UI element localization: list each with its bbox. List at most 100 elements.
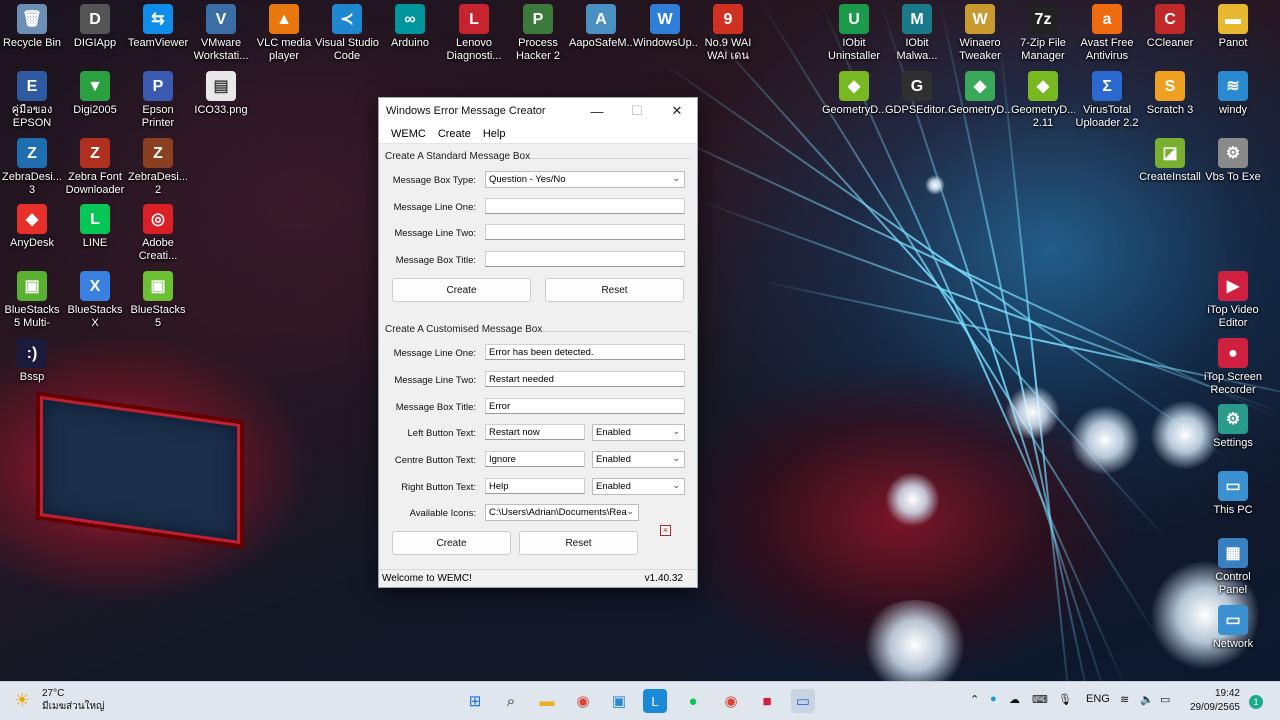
desktop-icon[interactable]: ▼ Digi2005 — [63, 71, 127, 117]
left-button-text-input[interactable]: Restart now — [485, 424, 585, 440]
desktop-icon[interactable]: Z ZebraDesi... 3 — [0, 138, 64, 197]
desktop-icon[interactable]: E คู่มือของ EPSON — [0, 71, 64, 130]
desktop-icon[interactable]: ▭ This PC — [1201, 471, 1265, 517]
desktop-icon[interactable]: ∞ Arduino — [378, 4, 442, 50]
centre-button-state-select[interactable]: Enabled ⌄ — [592, 451, 685, 468]
desktop-icon[interactable]: ◎ Adobe Creati... — [126, 204, 190, 263]
notification-badge[interactable]: 1 — [1249, 695, 1263, 709]
desktop-icon[interactable]: ⚙ Vbs To Exe — [1201, 138, 1265, 184]
desktop-icon[interactable]: S Scratch 3 — [1138, 71, 1202, 117]
onedrive-icon[interactable]: ☁ — [1009, 693, 1020, 706]
language-indicator[interactable]: ENG — [1086, 693, 1110, 705]
chevron-up-icon[interactable]: ⌃ — [970, 693, 979, 706]
line-taskbar-icon[interactable]: ● — [681, 689, 705, 713]
desktop-icon[interactable]: P Epson Printer Connection... — [126, 71, 190, 130]
snipping-tool-icon[interactable]: ▣ — [607, 689, 631, 713]
desktop-icon[interactable]: 9 No.9 WAI WAI เดนสาย... — [696, 4, 760, 63]
desktop-icon[interactable]: ◆ GeometryD... 2.11 — [1011, 71, 1075, 130]
wemc-taskbar-icon[interactable]: ▭ — [791, 689, 815, 713]
clock[interactable]: 19:42 29/09/2565 — [1188, 687, 1240, 715]
close-icon[interactable]: ✕ — [657, 98, 697, 124]
custom-reset-button[interactable]: Reset — [519, 531, 638, 555]
desktop-icon[interactable]: ◆ AnyDesk — [0, 204, 64, 250]
desktop-icon[interactable]: ▦ Control Panel — [1201, 538, 1265, 597]
clock-date: 29/09/2565 — [1189, 702, 1240, 713]
desktop-icon[interactable]: ≺ Visual Studio Code — [315, 4, 379, 63]
desktop-icon[interactable]: C CCleaner — [1138, 4, 1202, 50]
standard-reset-button[interactable]: Reset — [545, 278, 684, 302]
desktop-icon[interactable]: U IObit Uninstaller — [822, 4, 886, 63]
desktop-icon[interactable]: Z ZebraDesi... 2 — [126, 138, 190, 197]
desktop-icon[interactable]: Σ VirusTotal Uploader 2.2 — [1075, 71, 1139, 130]
desktop-icon[interactable]: Z Zebra Font Downloader — [63, 138, 127, 197]
desktop-icon[interactable]: ▭ Network — [1201, 605, 1265, 651]
chrome-icon[interactable]: ◉ — [571, 689, 595, 713]
custom-create-button[interactable]: Create — [392, 531, 511, 555]
desktop-icon[interactable]: ▲ VLC media player — [252, 4, 316, 63]
desktop-icon[interactable]: L LINE — [63, 204, 127, 250]
custom-line-one-input[interactable]: Error has been detected. — [485, 344, 685, 360]
desktop-icon[interactable]: ⚙ Settings — [1201, 404, 1265, 450]
lenovo-vantage-icon[interactable]: L — [643, 689, 667, 713]
tray-app-icon[interactable]: ● — [990, 693, 997, 705]
desktop-icon[interactable]: ≋ windy — [1201, 71, 1265, 117]
file-explorer-icon[interactable]: ▬ — [535, 689, 559, 713]
desktop-icon[interactable]: X BlueStacks X — [63, 271, 127, 330]
left-button-state-select[interactable]: Enabled ⌄ — [592, 424, 685, 441]
desktop-icon[interactable]: 🗑 Recycle Bin — [0, 4, 64, 50]
desktop-icon[interactable]: ▬ Panot — [1201, 4, 1265, 50]
desktop-icon[interactable]: A AapoSafeM... — [569, 4, 633, 50]
desktop-icon[interactable]: ● iTop Screen Recorder — [1201, 338, 1265, 397]
standard-create-button[interactable]: Create — [392, 278, 531, 302]
right-button-state-select[interactable]: Enabled ⌄ — [592, 478, 685, 495]
weather-widget[interactable]: ☀ 27°C มีเมฆส่วนใหญ่ — [14, 687, 105, 713]
desktop-icon[interactable]: P Process Hacker 2 — [506, 4, 570, 63]
zebra-designer-icon: Z — [17, 138, 47, 168]
desktop-icon[interactable]: a Avast Free Antivirus — [1075, 4, 1139, 63]
desktop-icon-label: Winaero Tweaker — [959, 37, 1001, 62]
battery-icon[interactable]: ▭ — [1160, 693, 1170, 706]
keyboard-icon[interactable]: ⌨ — [1032, 693, 1048, 706]
standard-line-one-input[interactable] — [485, 198, 685, 214]
custom-title-input[interactable]: Error — [485, 398, 685, 414]
search-icon[interactable]: ⌕ — [499, 689, 523, 713]
desktop-icon[interactable]: ▣ BlueStacks 5 — [126, 271, 190, 330]
desktop-icon[interactable]: ◪ CreateInstall — [1138, 138, 1202, 184]
desktop-icon[interactable]: L Lenovo Diagnosti... — [442, 4, 506, 63]
desktop-icon[interactable]: V VMware Workstati... — [189, 4, 253, 63]
centre-button-text-input[interactable]: Ignore — [485, 451, 585, 467]
desktop-icon-label: Avast Free Antivirus — [1080, 37, 1134, 62]
menu-create[interactable]: Create — [432, 128, 477, 140]
desktop-icon[interactable]: W Winaero Tweaker — [948, 4, 1012, 63]
desktop-icon[interactable]: G GDPSEditor... — [885, 71, 949, 117]
desktop-icon[interactable]: M IObit Malwa... — [885, 4, 949, 63]
desktop-icon[interactable]: ▤ ICO33.png — [189, 71, 253, 117]
menu-wemc[interactable]: WEMC — [385, 128, 432, 140]
message-box-type-select[interactable]: Question - Yes/No ⌄ — [485, 171, 685, 188]
chevron-down-icon: ⌄ — [672, 453, 680, 463]
right-button-text-input[interactable]: Help — [485, 478, 585, 494]
desktop-icon[interactable]: ◆ GeometryD... — [948, 71, 1012, 117]
itop-recorder-taskbar-icon[interactable]: ■ — [755, 689, 779, 713]
desktop-icon[interactable]: D DIGIApp — [63, 4, 127, 50]
window-titlebar[interactable]: Windows Error Message Creator — ☐ ✕ — [379, 98, 697, 124]
desktop-icon-label: Process Hacker 2 — [515, 37, 561, 62]
wifi-icon[interactable]: ≋ — [1120, 693, 1129, 706]
desktop-icon[interactable]: ▶ iTop Video Editor — [1201, 271, 1265, 330]
desktop-icon[interactable]: ◆ GeometryD... — [822, 71, 886, 117]
desktop-icon[interactable]: 7z 7-Zip File Manager — [1011, 4, 1075, 63]
minimize-icon[interactable]: — — [577, 98, 617, 124]
custom-line-two-input[interactable]: Restart needed — [485, 371, 685, 387]
desktop-icon[interactable]: :) Bssp — [0, 338, 64, 384]
desktop-icon[interactable]: W WindowsUp... — [633, 4, 697, 50]
menu-help[interactable]: Help — [477, 128, 512, 140]
microphone-icon[interactable]: 🎙 — [1058, 693, 1072, 706]
standard-line-two-input[interactable] — [485, 224, 685, 240]
desktop-icon[interactable]: ▣ BlueStacks 5 Multi-Insta... — [0, 271, 64, 330]
start-icon[interactable]: ⊞ — [463, 689, 487, 713]
desktop-icon[interactable]: ⇆ TeamViewer — [126, 4, 190, 50]
volume-icon[interactable]: 🔈 — [1140, 693, 1154, 706]
chrome-profile-icon[interactable]: ◉ — [719, 689, 743, 713]
available-icons-select[interactable]: C:\Users\Adrian\Documents\Rea ⌄ — [485, 504, 639, 521]
standard-title-input[interactable] — [485, 251, 685, 267]
